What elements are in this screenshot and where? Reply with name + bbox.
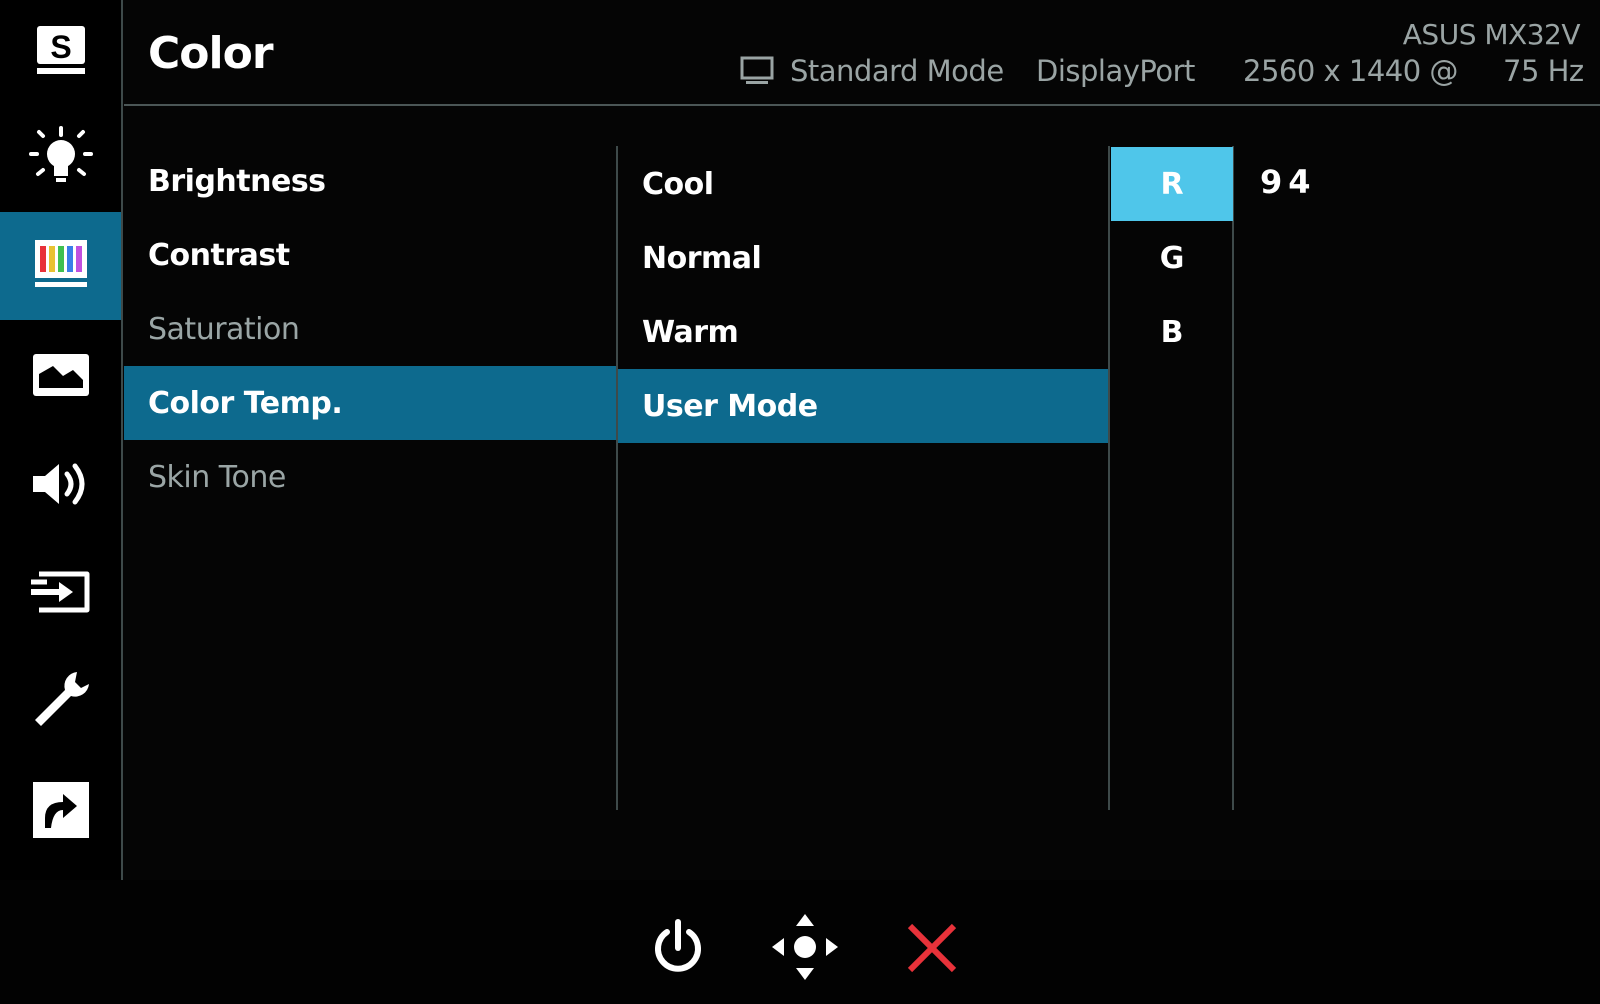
sidebar-item-blue-light[interactable]	[0, 104, 122, 212]
wrench-icon	[35, 672, 89, 726]
menu-item-brightness[interactable]: Brightness	[124, 144, 616, 218]
channel-value: 94	[1260, 163, 1317, 201]
sidebar-item-image[interactable]	[0, 322, 122, 430]
submenu-item-warm[interactable]: Warm	[618, 295, 1108, 369]
navigate-joystick-icon[interactable]	[770, 912, 840, 982]
sidebar-item-color[interactable]	[0, 212, 122, 320]
submenu-item-cool[interactable]: Cool	[618, 147, 1108, 221]
power-icon[interactable]	[648, 918, 708, 978]
sidebar-item-splendid[interactable]: S	[0, 0, 122, 108]
refresh-rate: 75 Hz	[1503, 54, 1584, 88]
submenu-item-normal[interactable]: Normal	[618, 221, 1108, 295]
image-icon	[33, 354, 89, 396]
sidebar-divider	[121, 0, 123, 880]
menu-item-skin-tone[interactable]: Skin Tone	[124, 440, 616, 514]
menu-item-contrast[interactable]: Contrast	[124, 218, 616, 292]
header-divider	[124, 104, 1600, 106]
menu-item-saturation[interactable]: Saturation	[124, 292, 616, 366]
channel-red[interactable]: R	[1111, 147, 1233, 221]
svg-text:S: S	[50, 29, 71, 65]
monitor-mode-icon	[740, 56, 774, 84]
splendid-s-icon: S	[37, 26, 85, 74]
input-source: DisplayPort	[1036, 54, 1195, 88]
page-title: Color	[148, 28, 274, 79]
sidebar-item-input-select[interactable]	[0, 538, 122, 646]
color-bars-icon	[35, 240, 87, 287]
channel-blue[interactable]: B	[1111, 295, 1233, 369]
sidebar-item-shortcut[interactable]	[0, 756, 122, 864]
light-bulb-icon	[29, 126, 93, 182]
resolution: 2560 x 1440 @	[1243, 54, 1458, 88]
submenu-item-user-mode[interactable]: User Mode	[618, 369, 1108, 443]
current-mode: Standard Mode	[790, 54, 1004, 88]
shortcut-arrow-icon	[33, 782, 89, 838]
input-icon	[31, 571, 90, 613]
channel-green[interactable]: G	[1111, 221, 1233, 295]
close-icon[interactable]	[902, 918, 962, 978]
column-divider-2	[1108, 146, 1110, 810]
speaker-icon	[33, 463, 85, 505]
sidebar: S	[0, 0, 122, 880]
sidebar-item-sound[interactable]	[0, 430, 122, 538]
sidebar-item-system-setup[interactable]	[0, 646, 122, 754]
menu-item-color-temp[interactable]: Color Temp.	[124, 366, 616, 440]
monitor-model: ASUS MX32V	[1402, 18, 1581, 51]
